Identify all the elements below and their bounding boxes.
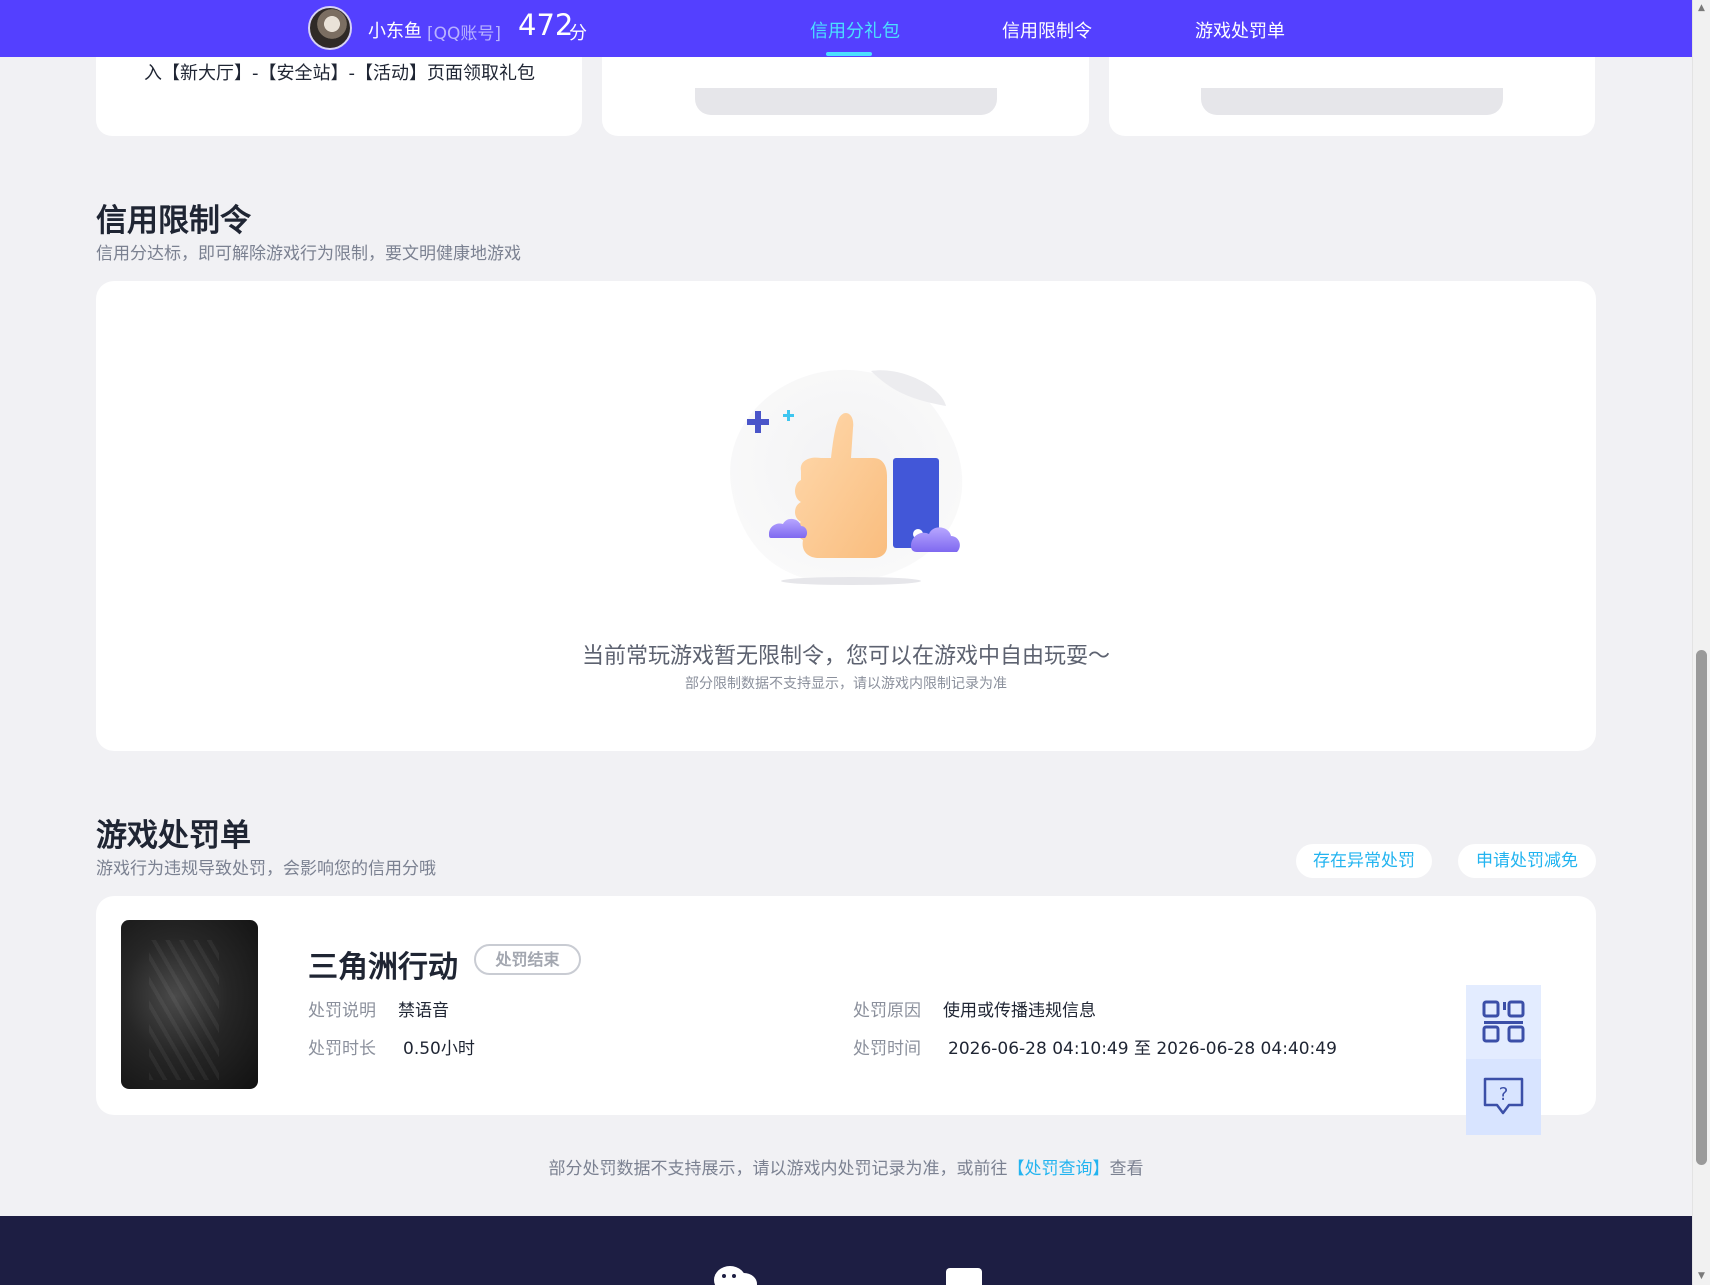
credit-score: 472 — [518, 8, 574, 42]
scroll-down-arrow-icon[interactable]: ▼ — [1693, 1268, 1710, 1285]
gift-card-3-button[interactable] — [1201, 88, 1503, 115]
punishment-section-subtitle: 游戏行为违规导致处罚，会影响您的信用分哦 — [96, 859, 436, 879]
qr-code-icon — [1482, 1000, 1525, 1043]
nav-active-indicator — [826, 52, 872, 56]
footer-note-suffix: 查看 — [1109, 1159, 1144, 1179]
time-value: 2026-06-28 04:10:49 至 2026-06-28 04:40:4… — [948, 1039, 1337, 1059]
abnormal-punishment-button[interactable]: 存在异常处罚 — [1296, 844, 1432, 878]
svg-text:?: ? — [1499, 1084, 1509, 1105]
restriction-card: 当前常玩游戏暂无限制令，您可以在游戏中自由玩耍～ 部分限制数据不支持显示，请以游… — [96, 281, 1596, 751]
restriction-section-title: 信用限制令 — [96, 203, 251, 239]
time-label: 处罚时间 — [853, 1039, 921, 1059]
top-nav-bar: 小东鱼 [QQ账号] 472 分 信用分礼包 信用限制令 游戏处罚单 — [0, 0, 1692, 57]
thumbs-up-illustration — [730, 369, 963, 585]
username: 小东鱼 — [368, 21, 422, 42]
page: 入【新大厅】-【安全站】-【活动】页面领取礼包 小东鱼 [QQ账号] 472 分… — [0, 0, 1692, 1285]
nav-game-punishment[interactable]: 游戏处罚单 — [1195, 17, 1285, 43]
footer-note-prefix: 部分处罚数据不支持展示，请以游戏内处罚记录为准，或前往 — [548, 1159, 1008, 1179]
site-footer — [0, 1216, 1692, 1285]
desc-label: 处罚说明 — [308, 1001, 376, 1021]
wechat-icon[interactable] — [712, 1262, 760, 1285]
gift-card-instruction: 入【新大厅】-【安全站】-【活动】页面领取礼包 — [144, 63, 535, 84]
help-button[interactable]: ? — [1466, 1059, 1541, 1135]
scroll-up-arrow-icon[interactable]: ▲ — [1693, 0, 1710, 17]
status-badge: 处罚结束 — [474, 944, 581, 975]
reason-label: 处罚原因 — [853, 1001, 921, 1021]
apply-reduction-button[interactable]: 申请处罚减免 — [1458, 844, 1596, 878]
avatar[interactable] — [308, 6, 352, 50]
duration-value: 0.50小时 — [403, 1039, 475, 1059]
nav-credit-gift[interactable]: 信用分礼包 — [810, 17, 900, 43]
account-type: [QQ账号] — [427, 24, 502, 44]
app-icon[interactable] — [946, 1268, 982, 1285]
punishment-footer-note: 部分处罚数据不支持展示，请以游戏内处罚记录为准，或前往【处罚查询】查看 — [0, 1154, 1692, 1179]
help-chat-icon: ? — [1483, 1077, 1524, 1115]
game-name: 三角洲行动 — [308, 950, 458, 985]
scroll-thumb[interactable] — [1696, 650, 1707, 1165]
page-scrollbar[interactable]: ▲ ▼ — [1692, 0, 1710, 1285]
credit-score-unit: 分 — [569, 23, 587, 44]
duration-label: 处罚时长 — [308, 1039, 376, 1059]
game-cover-image — [121, 920, 258, 1089]
restriction-section-subtitle: 信用分达标，即可解除游戏行为限制，要文明健康地游戏 — [96, 244, 521, 264]
qr-code-button[interactable] — [1466, 985, 1541, 1059]
gift-card-2-button[interactable] — [695, 88, 997, 115]
punishment-section-title: 游戏处罚单 — [96, 818, 251, 854]
punishment-query-link[interactable]: 【处罚查询】 — [1008, 1159, 1110, 1179]
restriction-empty-note: 部分限制数据不支持显示，请以游戏内限制记录为准 — [685, 676, 1007, 692]
nav-credit-restriction[interactable]: 信用限制令 — [1002, 17, 1092, 43]
floating-toolbar: ? — [1466, 985, 1541, 1135]
punishment-record-card: 三角洲行动 处罚结束 处罚说明 禁语音 处罚时长 0.50小时 处罚原因 使用或… — [96, 896, 1596, 1115]
desc-value: 禁语音 — [398, 1001, 449, 1021]
reason-value: 使用或传播违规信息 — [943, 1001, 1096, 1021]
restriction-empty-title: 当前常玩游戏暂无限制令，您可以在游戏中自由玩耍～ — [581, 644, 1110, 669]
